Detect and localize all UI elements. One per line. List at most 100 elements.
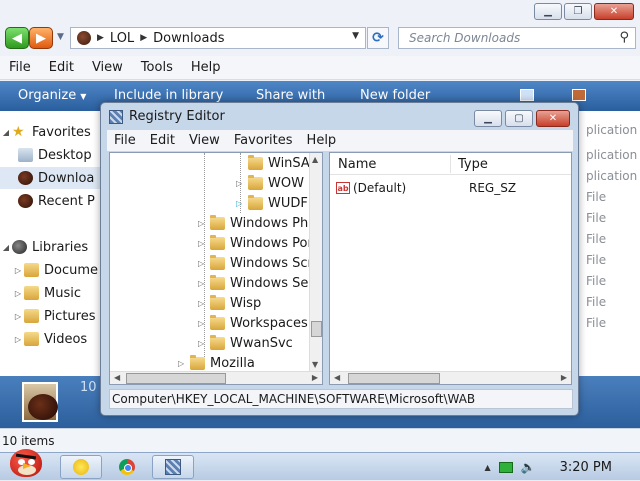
tree-key[interactable]: ▷Windows Por [198, 233, 313, 253]
nav-music[interactable]: ▷ Music [0, 282, 104, 304]
tree-key[interactable]: ▷Wisp [198, 293, 261, 313]
tree-key[interactable]: ▷Windows Scr [198, 253, 313, 273]
explorer-restore-button[interactable]: ❐ [564, 3, 592, 20]
taskbar-regedit-button[interactable] [152, 455, 194, 479]
breadcrumb-separator-icon[interactable]: ▶ [97, 33, 104, 43]
breadcrumb-separator-icon[interactable]: ▶ [140, 33, 147, 43]
expand-icon[interactable]: ▷ [198, 279, 210, 288]
expand-icon[interactable]: ▷ [198, 259, 210, 268]
scroll-left-icon[interactable]: ◀ [334, 373, 340, 382]
expand-icon[interactable]: ▷ [198, 319, 210, 328]
menu-file[interactable]: File [107, 133, 143, 148]
expand-icon[interactable]: ▷ [12, 289, 24, 298]
explorer-close-button[interactable]: ✕ [594, 3, 634, 20]
taskbar-paint-button[interactable] [60, 455, 102, 479]
nav-downloads[interactable]: Downloa [0, 167, 104, 189]
scroll-down-icon[interactable]: ▼ [312, 360, 318, 369]
clock[interactable]: 3:20 PM [560, 460, 612, 475]
regedit-minimize-button[interactable]: ▁ [474, 110, 502, 127]
menu-edit[interactable]: Edit [40, 60, 83, 75]
tree-key[interactable]: ▷Windows Sea [198, 273, 316, 293]
network-icon[interactable] [499, 462, 513, 473]
scrollbar-thumb[interactable] [311, 321, 322, 337]
regedit-close-button[interactable]: ✕ [536, 110, 570, 127]
scrollbar-thumb[interactable] [126, 373, 226, 384]
menu-tools[interactable]: Tools [132, 60, 182, 75]
column-header-name[interactable]: Name [338, 157, 376, 172]
menu-view[interactable]: View [182, 133, 227, 148]
expand-icon[interactable]: ▷ [236, 199, 248, 208]
address-dropdown-icon[interactable]: ▼ [352, 31, 359, 41]
tree-key[interactable]: WinSA [248, 153, 310, 173]
nav-favorites[interactable]: ◢ ★ Favorites [0, 121, 104, 143]
file-type-cell[interactable]: File [586, 211, 606, 225]
taskbar-chrome-button[interactable] [106, 455, 148, 479]
scroll-right-icon[interactable]: ▶ [561, 373, 567, 382]
explorer-minimize-button[interactable]: ▁ [534, 3, 562, 20]
collapse-icon[interactable]: ◢ [0, 243, 12, 252]
file-type-cell[interactable]: File [586, 190, 606, 204]
scroll-up-icon[interactable]: ▲ [312, 155, 318, 164]
scrollbar-thumb[interactable] [348, 373, 440, 384]
start-button[interactable] [4, 443, 48, 481]
file-type-cell[interactable]: plication [586, 123, 637, 137]
expand-icon[interactable]: ▷ [12, 335, 24, 344]
breadcrumb-lol[interactable]: LOL [110, 31, 134, 46]
forward-button[interactable]: ▶ [29, 27, 53, 49]
tree-key[interactable]: ▷Workspaces [198, 313, 308, 333]
include-in-library-button[interactable]: Include in library [114, 88, 223, 103]
expand-icon[interactable]: ▷ [198, 339, 210, 348]
scroll-left-icon[interactable]: ◀ [114, 373, 120, 382]
nav-recent-places[interactable]: Recent P [0, 190, 104, 212]
collapse-icon[interactable]: ◢ [0, 128, 12, 137]
preview-pane-icon[interactable] [572, 89, 586, 101]
tree-key[interactable]: ▷Mozilla [178, 353, 255, 373]
menu-edit[interactable]: Edit [143, 133, 182, 148]
file-type-cell[interactable]: File [586, 295, 606, 309]
file-type-cell[interactable]: File [586, 232, 606, 246]
nav-desktop[interactable]: Desktop [0, 144, 104, 166]
nav-libraries[interactable]: ◢ Libraries [0, 236, 104, 258]
tree-key[interactable]: ▷WwanSvc [198, 333, 293, 353]
new-folder-button[interactable]: New folder [360, 88, 430, 103]
expand-icon[interactable]: ▷ [12, 266, 24, 275]
nav-videos[interactable]: ▷ Videos [0, 328, 104, 350]
breadcrumb-downloads[interactable]: Downloads [153, 31, 224, 46]
tree-key[interactable]: ▷WUDF [236, 193, 308, 213]
address-bar[interactable]: ▶ LOL ▶ Downloads ▼ [70, 27, 366, 49]
menu-favorites[interactable]: Favorites [227, 133, 300, 148]
expand-icon[interactable]: ▷ [198, 239, 210, 248]
file-type-cell[interactable]: File [586, 316, 606, 330]
tree-key[interactable]: ▷WOW [236, 173, 304, 193]
values-horizontal-scrollbar[interactable]: ◀ ▶ [330, 371, 571, 384]
search-input[interactable]: Search Downloads ⚲ [398, 27, 636, 49]
tree-vertical-scrollbar[interactable]: ▲ ▼ [309, 153, 322, 371]
nav-documents[interactable]: ▷ Docume [0, 259, 104, 281]
view-options-icon[interactable] [520, 89, 534, 101]
file-type-cell[interactable]: File [586, 253, 606, 267]
nav-pictures[interactable]: ▷ Pictures [0, 305, 104, 327]
expand-icon[interactable]: ▷ [236, 179, 248, 188]
refresh-button[interactable]: ⟳ [367, 27, 389, 49]
regedit-maximize-button[interactable]: ▢ [505, 110, 533, 127]
organize-button[interactable]: Organize▼ [18, 88, 86, 103]
expand-icon[interactable]: ▷ [198, 299, 210, 308]
expand-icon[interactable]: ▷ [12, 312, 24, 321]
tree-horizontal-scrollbar[interactable]: ◀ ▶ [110, 371, 322, 384]
share-with-button[interactable]: Share with [256, 88, 325, 103]
recent-pages-dropdown[interactable]: ▼ [57, 32, 64, 42]
expand-icon[interactable]: ▷ [198, 219, 210, 228]
menu-file[interactable]: File [0, 60, 40, 75]
volume-icon[interactable]: 🔈 [521, 460, 536, 474]
file-type-cell[interactable]: plication [586, 148, 637, 162]
menu-view[interactable]: View [83, 60, 132, 75]
registry-value-row[interactable]: ab (Default) REG_SZ [336, 179, 516, 197]
back-button[interactable]: ◀ [5, 27, 29, 49]
tree-key[interactable]: ▷Windows Pho [198, 213, 316, 233]
file-type-cell[interactable]: File [586, 274, 606, 288]
show-hidden-icons-icon[interactable]: ▲ [485, 463, 491, 472]
menu-help[interactable]: Help [182, 60, 230, 75]
column-separator[interactable] [450, 155, 451, 173]
column-header-type[interactable]: Type [458, 157, 488, 172]
menu-help[interactable]: Help [300, 133, 344, 148]
